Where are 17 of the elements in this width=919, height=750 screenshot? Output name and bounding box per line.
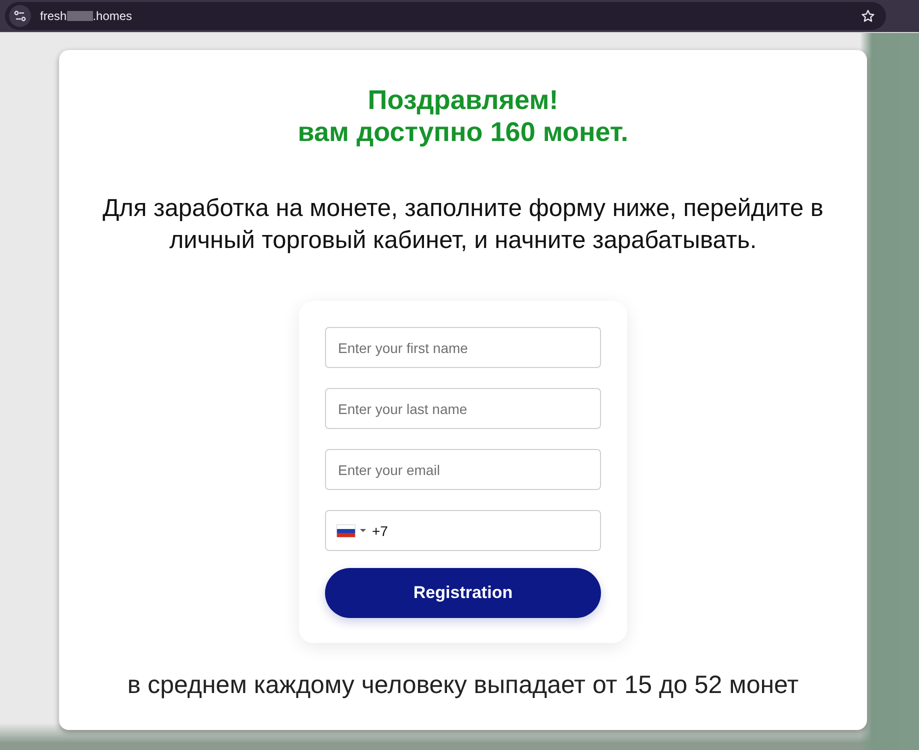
average-coins-text: в среднем каждому человеку выпадает от 15 до 52 монет (127, 670, 799, 700)
redacted-block (66, 11, 93, 21)
congratulations-heading: Поздравляем! вам доступно 160 монет. (298, 84, 628, 148)
intro-text: Для заработка на монете, заполните форму ниже, перейдите в личный торговый кабинет, и начните зарабатывать. (102, 194, 824, 256)
phone-field[interactable]: +7 (325, 510, 601, 551)
address-bar[interactable]: fresh .homes (5, 2, 886, 30)
site-settings-icon[interactable] (9, 5, 31, 27)
text-field[interactable]: Enter your last name (325, 388, 601, 429)
bookmark-star-icon[interactable] (861, 9, 875, 23)
url-text: fresh (40, 9, 67, 23)
url-text: .homes (92, 9, 132, 23)
flag-icon (337, 524, 355, 536)
caret-icon (360, 529, 366, 532)
registration-button[interactable]: Registration (325, 568, 601, 618)
text-field[interactable]: Enter your first name (325, 327, 601, 368)
email-field[interactable]: Enter your email (325, 449, 601, 490)
country-select-button[interactable] (337, 524, 366, 537)
